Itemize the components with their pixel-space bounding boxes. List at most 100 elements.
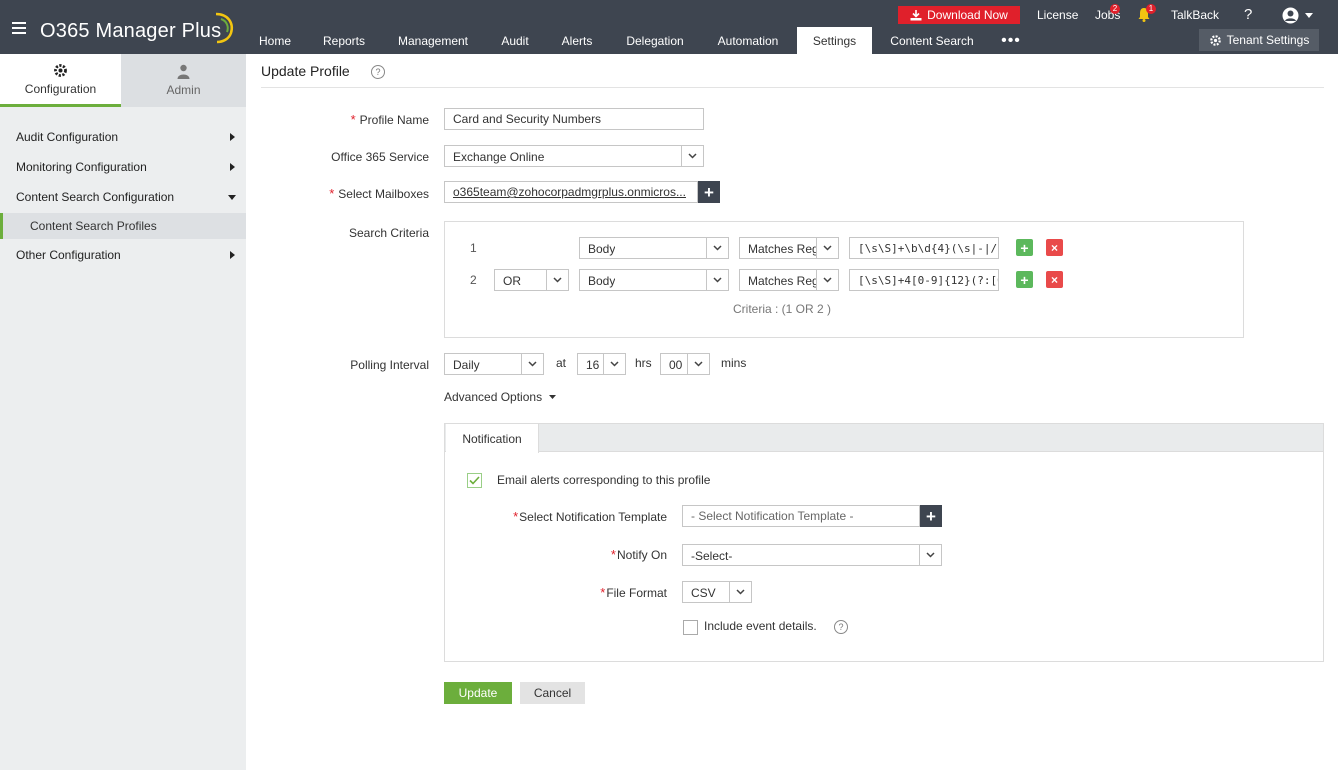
add-mailbox-button[interactable]: + [698,181,720,203]
mins-label: mins [721,356,747,370]
advanced-options-toggle[interactable]: Advanced Options [444,390,557,404]
chevron-down-icon [823,277,832,283]
file-format-select[interactable]: CSV [682,581,752,603]
page-title: Update Profile [261,63,350,79]
help-icon[interactable]: ? [1244,6,1252,23]
mailboxes-input[interactable]: o365team@zohocorpadmgrplus.onmicros... [444,181,698,203]
sidebar-item-label: Content Search Configuration [16,190,175,204]
criteria-summary: Criteria : (1 OR 2 ) [733,302,832,316]
criteria-field-select[interactable]: Body [579,237,729,259]
notify-on-select[interactable]: -Select- [682,544,942,566]
tab-content-search[interactable]: Content Search [882,27,982,54]
required-marker: * [329,186,335,201]
criteria-operator-select[interactable]: OR [494,269,569,291]
email-alerts-checkbox[interactable] [467,473,482,488]
top-header: O365 Manager Plus Download Now License J… [0,0,1338,54]
chevron-down-icon [688,153,697,159]
tab-notification[interactable]: Notification [446,424,539,453]
criteria-condition-value: Matches Regex [748,274,816,288]
sidebar-item-audit-configuration[interactable]: Audit Configuration [0,124,246,150]
tab-automation[interactable]: Automation [706,27,790,54]
caret-down-icon [1305,12,1313,18]
chevron-down-icon [926,552,935,558]
chevron-down-icon [823,245,832,251]
tab-reports[interactable]: Reports [313,27,375,54]
sidebar-subitem-content-search-profiles[interactable]: Content Search Profiles [0,213,246,239]
tab-audit[interactable]: Audit [490,27,540,54]
include-event-details-label: Include event details. [704,619,817,633]
sidebar-tab-label: Admin [166,83,201,97]
tab-alerts[interactable]: Alerts [551,27,603,54]
profile-name-label: * Profile Name [350,112,429,127]
include-event-details-checkbox[interactable] [683,620,698,635]
criteria-field-select[interactable]: Body [579,269,729,291]
required-marker: * [350,112,356,127]
criteria-value-input[interactable]: [\s\S]+4[0-9]{12}(?:[0 [849,269,999,291]
sidebar-item-monitoring-configuration[interactable]: Monitoring Configuration [0,154,246,180]
license-link[interactable]: License [1037,8,1078,22]
polling-interval-value: Daily [453,358,480,372]
tenant-settings-button[interactable]: Tenant Settings [1199,29,1319,51]
minutes-value: 00 [669,358,683,372]
hrs-label: hrs [635,356,652,370]
file-format-label: *File Format [600,585,667,600]
tab-management[interactable]: Management [386,27,480,54]
polling-interval-label: Polling Interval [350,358,429,372]
sidebar-tab-admin[interactable]: Admin [121,54,246,107]
notification-template-input[interactable]: - Select Notification Template - [682,505,920,527]
mailboxes-label: * Select Mailboxes [329,186,429,201]
criteria-condition-select[interactable]: Matches Regex [739,269,839,291]
chevron-down-icon [736,589,745,595]
caret-down-icon [228,195,236,200]
add-criteria-button[interactable]: + [1016,239,1033,256]
criteria-value-input[interactable]: [\s\S]+\b\d{4}(\s|-|/|\ [849,237,999,259]
help-icon[interactable]: ? [371,65,385,79]
at-label: at [556,356,567,370]
polling-interval-select[interactable]: Daily [444,353,544,375]
help-icon[interactable]: ? [834,620,848,634]
add-criteria-button[interactable]: + [1016,271,1033,288]
remove-criteria-button[interactable]: × [1046,271,1063,288]
chevron-down-icon [528,361,537,367]
chevron-down-icon [610,361,619,367]
criteria-row-number: 1 [470,241,477,255]
user-avatar-icon [1282,7,1299,23]
minutes-select[interactable]: 00 [660,353,710,375]
required-marker: * [610,547,616,562]
cancel-button[interactable]: Cancel [520,682,585,704]
caret-right-icon [230,163,235,171]
caret-down-icon [549,395,557,399]
more-tabs-icon[interactable]: ••• [996,27,1026,54]
tab-home[interactable]: Home [249,27,301,54]
divider [261,87,1324,88]
notify-on-label: *Notify On [610,547,667,562]
talkback-link[interactable]: TalkBack [1171,8,1219,22]
tab-delegation[interactable]: Delegation [615,27,695,54]
office-service-select[interactable]: Exchange Online [444,145,704,167]
download-now-button[interactable]: Download Now [898,6,1020,24]
logo-arc-icon [215,12,233,44]
add-template-button[interactable]: + [920,505,942,527]
menu-icon[interactable] [12,22,26,34]
sidebar-item-other-configuration[interactable]: Other Configuration [0,242,246,268]
update-button[interactable]: Update [444,682,512,704]
user-menu[interactable] [1282,7,1316,23]
criteria-condition-select[interactable]: Matches Regex [739,237,839,259]
email-alerts-label: Email alerts corresponding to this profi… [497,473,711,487]
gear-icon [1209,34,1221,46]
remove-criteria-button[interactable]: × [1046,239,1063,256]
tab-settings[interactable]: Settings [797,27,872,54]
criteria-field-value: Body [588,274,616,288]
sidebar-item-content-search-configuration[interactable]: Content Search Configuration [0,184,246,210]
notification-template-label: *Select Notification Template [513,509,667,524]
sidebar-tab-label: Configuration [24,81,97,96]
profile-name-input[interactable]: Card and Security Numbers [444,108,704,130]
sidebar-tab-configuration[interactable]: Configuration [0,54,121,107]
app-logo: O365 Manager Plus [40,20,222,42]
notify-on-value: -Select- [691,549,733,563]
sidebar-item-label: Monitoring Configuration [16,160,147,174]
hours-select[interactable]: 16 [577,353,626,375]
hours-value: 16 [586,358,600,372]
notification-tab-strip [445,424,1323,452]
sidebar: Configuration Admin Audit Configuration … [0,54,246,770]
